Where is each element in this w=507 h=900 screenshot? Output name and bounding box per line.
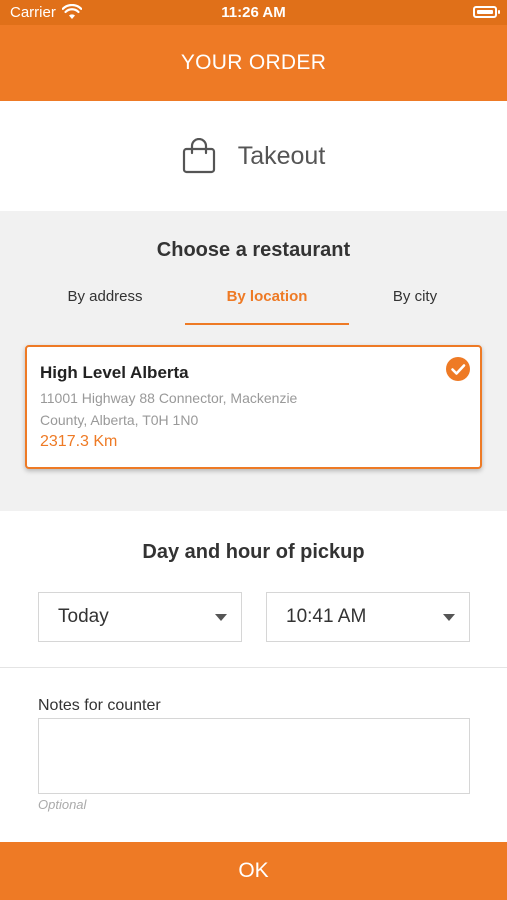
shopping-bag-icon [182,138,215,174]
pickup-day-select[interactable]: Today [38,592,242,642]
pickup-hour-value: 10:41 AM [286,606,367,627]
status-time: 11:26 AM [221,4,286,21]
tab-by-city[interactable]: By city [345,285,485,325]
page-title: YOUR ORDER [180,51,327,74]
restaurant-card[interactable]: High Level Alberta 11001 Highway 88 Conn… [25,345,482,469]
ok-button[interactable]: OK [0,842,507,900]
restaurant-section-title: Choose a restaurant [156,239,351,261]
pickup-section-title: Day and hour of pickup [142,541,365,563]
tab-by-location[interactable]: By location [185,285,349,325]
pickup-day-value: Today [58,606,109,627]
battery-icon [473,6,500,18]
restaurant-section: Choose a restaurant By address By locati… [0,211,507,511]
section-divider [0,667,507,668]
notes-label: Notes for counter [38,697,161,714]
restaurant-search-tabs: By address By location By city [0,285,507,327]
pickup-hour-select[interactable]: 10:41 AM [266,592,470,642]
page-header: YOUR ORDER [0,25,507,101]
tab-by-address[interactable]: By address [20,285,190,325]
dropdown-caret-icon [215,614,227,621]
restaurant-address-line2: County, Alberta, T0H 1N0 [40,412,199,428]
restaurant-address: 11001 Highway 88 Connector, Mackenzie Co… [40,387,340,431]
notes-optional-hint: Optional [38,797,87,812]
check-circle-icon [446,357,470,381]
notes-input[interactable] [38,718,470,794]
restaurant-address-line1: 11001 Highway 88 Connector, Mackenzie [40,390,298,406]
order-mode-label: Takeout [237,141,326,170]
restaurant-name: High Level Alberta [40,363,189,382]
status-bar: Carrier 11:26 AM [0,0,507,25]
dropdown-caret-icon [443,614,455,621]
order-mode: Takeout [0,101,507,211]
restaurant-distance: 2317.3 Km [40,433,118,450]
